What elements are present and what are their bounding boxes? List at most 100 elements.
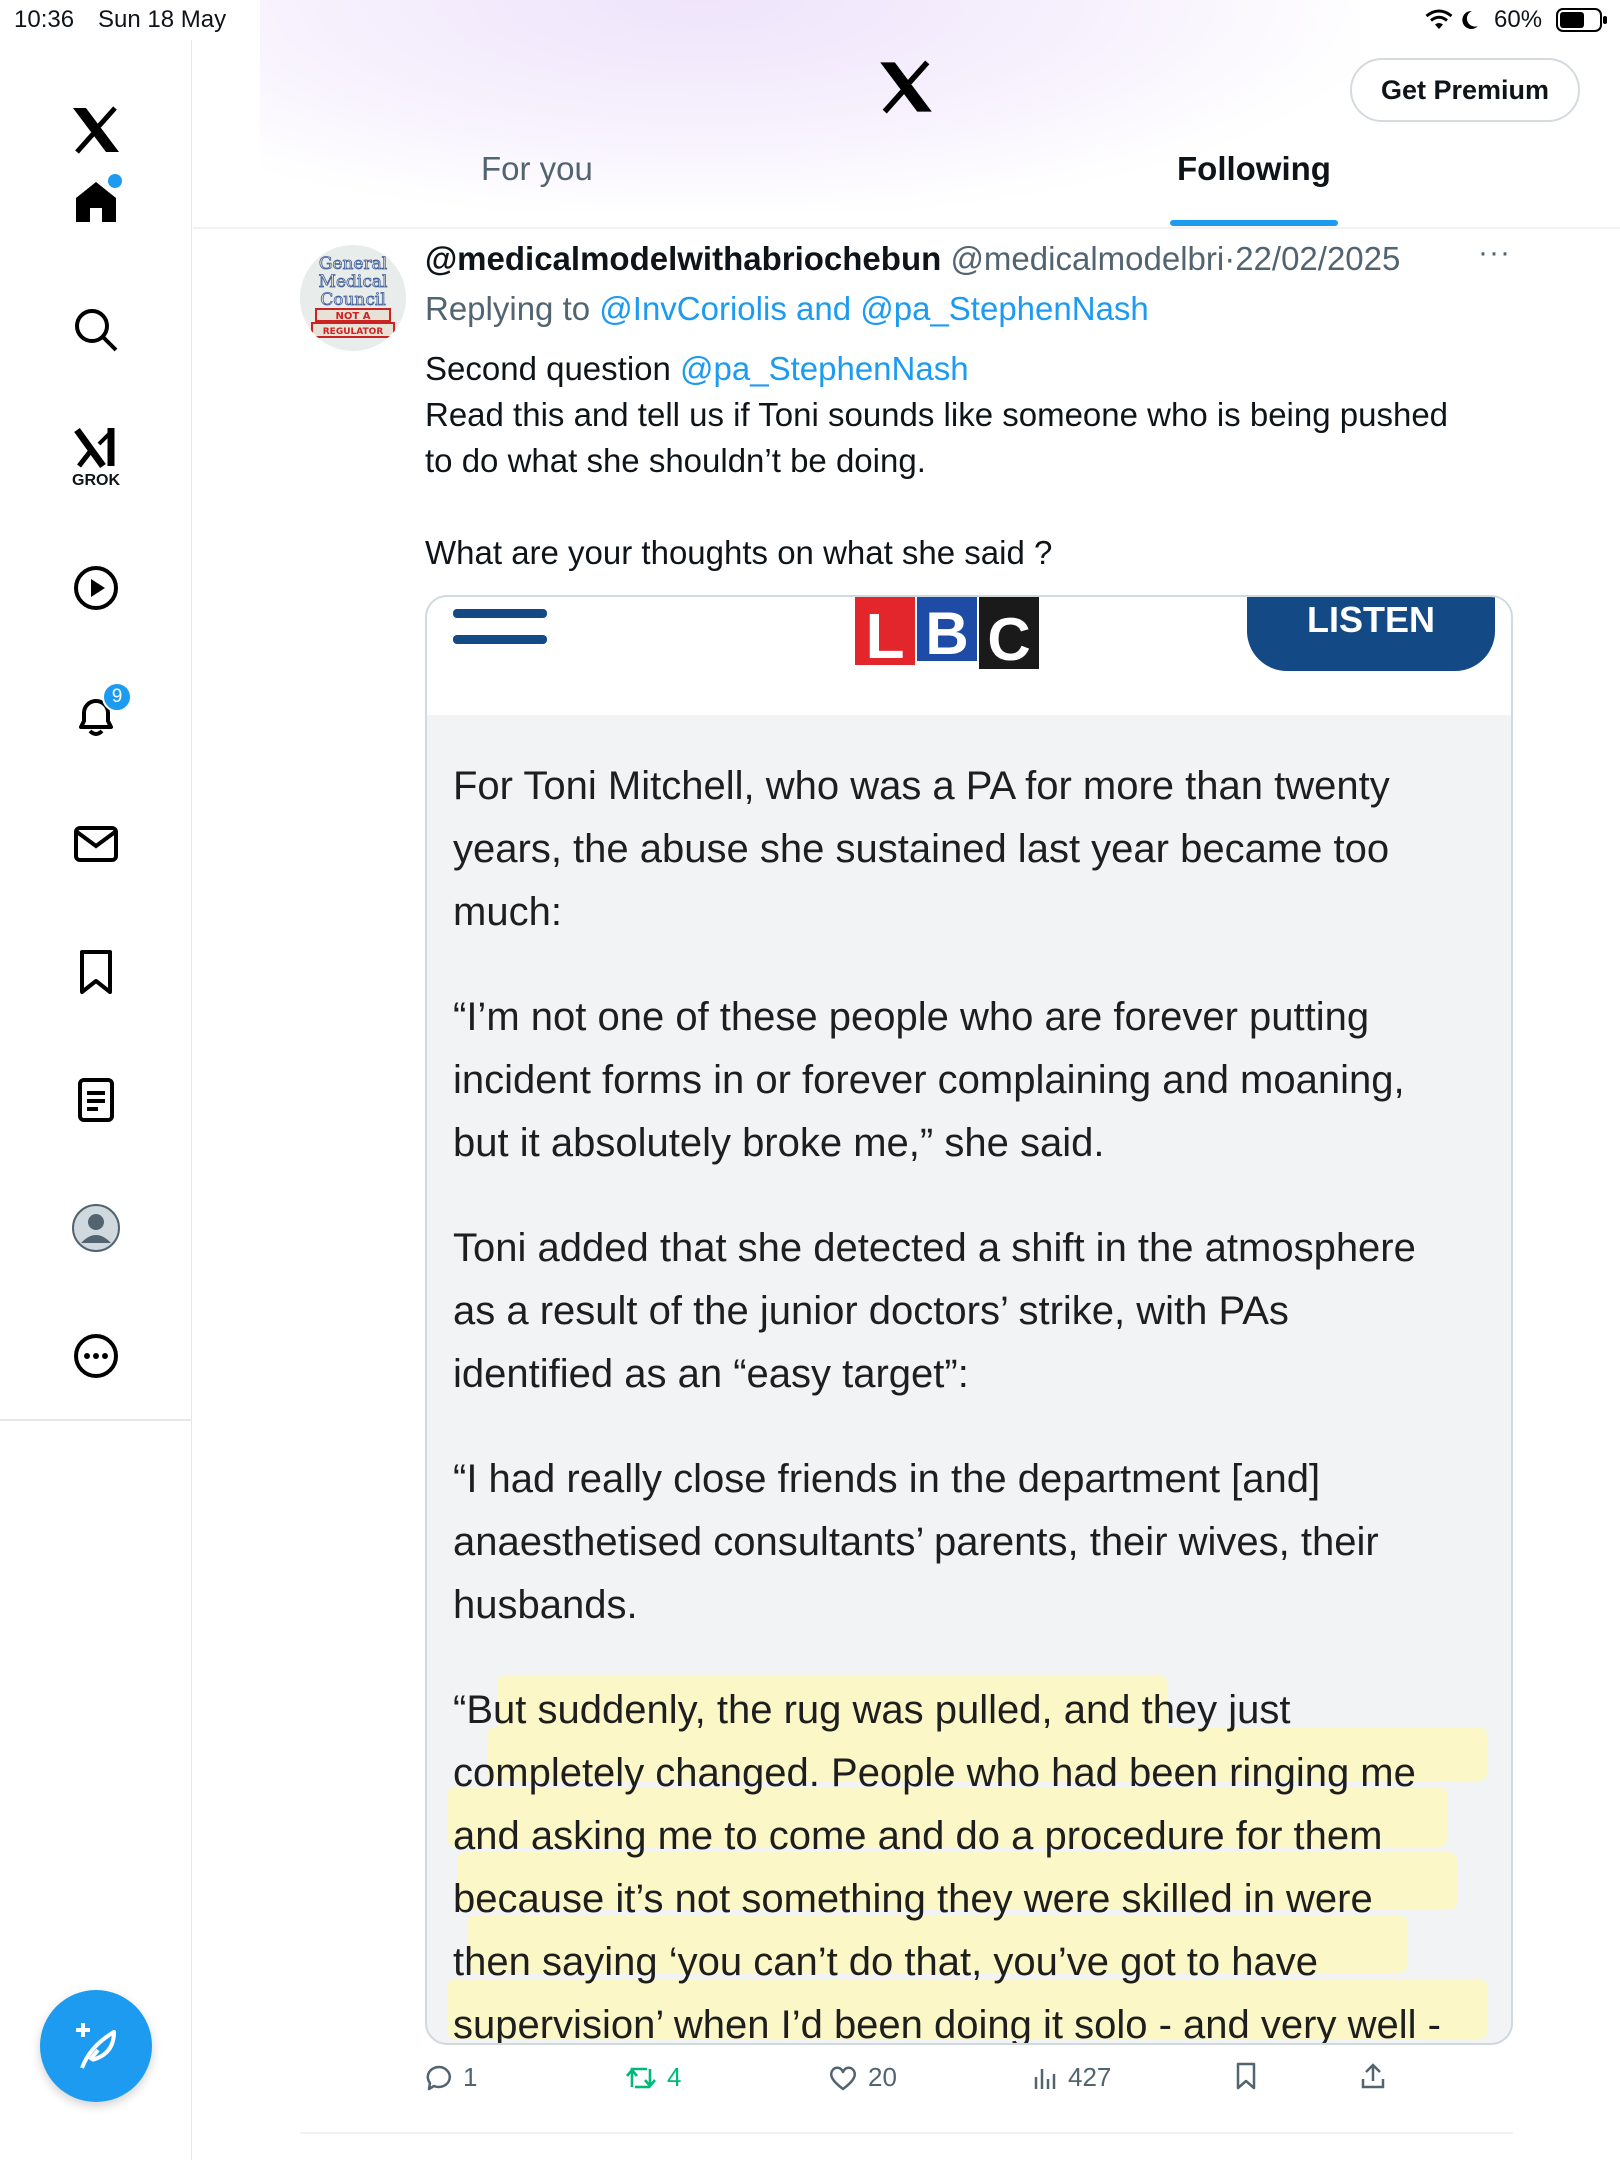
header-divider — [193, 227, 1620, 229]
tweet-dot-separator: · — [1224, 240, 1236, 277]
search-icon — [75, 309, 118, 352]
play-icon — [74, 566, 118, 610]
repost-button[interactable]: 4 — [625, 2062, 681, 2093]
reply-count: 1 — [463, 2062, 478, 2092]
x-header-logo-icon[interactable] — [878, 60, 934, 119]
article-line: as a result of the junior doctors’ strik… — [453, 1289, 1289, 1333]
repost-icon — [626, 2067, 656, 2088]
x-logo-icon[interactable] — [56, 90, 136, 170]
article-line: but it absolutely broke me,” she said. — [453, 1121, 1105, 1165]
tweet-header: @medicalmodelwithabriochebun @medicalmod… — [425, 236, 1400, 282]
tweet-body-text: Second question — [425, 350, 671, 387]
article-paragraph-1: For Toni Mitchell, who was a PA for more… — [453, 755, 1493, 944]
article-paragraph-2: “I’m not one of these people who are for… — [453, 986, 1493, 1175]
lbc-logo-c: C — [979, 597, 1039, 670]
bookmark-button[interactable] — [1234, 2062, 1258, 2090]
tweet-media-image[interactable]: L B C LISTEN For Toni Mitchell, who was … — [425, 595, 1513, 2045]
avatar-logo-image: General Medical Council NOT A REGULATOR — [300, 245, 406, 351]
status-time: 10:36 — [14, 6, 75, 33]
replying-to-line: Replying to @InvCoriolis and @pa_Stephen… — [425, 286, 1149, 332]
listen-button: LISTEN — [1247, 597, 1495, 671]
reply-and-label: and — [796, 290, 852, 327]
svg-text:NOT A: NOT A — [336, 311, 371, 322]
sidebar-item-more[interactable] — [56, 1316, 136, 1396]
compose-feather-icon — [76, 2023, 116, 2069]
list-icon — [78, 1078, 114, 1122]
active-tab-indicator — [1170, 220, 1338, 226]
article-line: “But suddenly, the rug was pulled, and t… — [453, 1688, 1291, 1732]
share-button[interactable] — [1360, 2062, 1386, 2090]
sidebar-item-video[interactable] — [56, 548, 136, 628]
battery-icon — [1556, 8, 1607, 32]
tweet-author-handle[interactable]: @medicalmodelbri — [950, 240, 1224, 277]
tweet-body-mention[interactable]: @pa_StephenNash — [680, 350, 969, 387]
tweet-author-name[interactable]: @medicalmodelwithabriochebun — [425, 240, 941, 277]
wifi-icon — [1425, 9, 1453, 29]
article-line: then saying ‘you can’t do that, you’ve g… — [453, 1940, 1319, 1984]
like-button[interactable]: 20 — [828, 2062, 897, 2093]
tweet-divider — [300, 2132, 1513, 2134]
article-line: “I’m not one of these people who are for… — [453, 995, 1370, 1039]
tweet-body-line-4: What are your thoughts on what she said … — [425, 534, 1053, 571]
sidebar-item-notifications[interactable]: 9 — [56, 676, 136, 756]
sidebar-item-lists[interactable] — [56, 1060, 136, 1140]
tweet-body-line-2: Read this and tell us if Toni sounds lik… — [425, 396, 1449, 433]
article-paragraph-3: Toni added that she detected a shift in … — [453, 1217, 1493, 1406]
tweet-body-line-3: to do what she shouldn’t be doing. — [425, 442, 926, 479]
article-line: identified as an “easy target”: — [453, 1352, 969, 1396]
article-line: “I had really close friends in the depar… — [453, 1457, 1321, 1501]
sidebar-item-bookmarks[interactable] — [56, 932, 136, 1012]
bookmark-outline-icon — [1236, 2062, 1256, 2090]
article-line: supervision’ when I’d been doing it solo… — [453, 2003, 1441, 2045]
tweet-date[interactable]: 22/02/2025 — [1235, 240, 1400, 277]
article-line: husbands. — [453, 1583, 638, 1627]
hamburger-menu-icon — [453, 609, 547, 644]
reply-mention-1[interactable]: @InvCoriolis — [599, 290, 787, 327]
sidebar-item-profile[interactable] — [56, 1188, 136, 1268]
envelope-icon — [74, 826, 118, 862]
article-header: L B C LISTEN — [427, 597, 1511, 715]
views-chart-icon — [1034, 2068, 1056, 2089]
sidebar-item-messages[interactable] — [56, 804, 136, 884]
sidebar-item-grok[interactable]: GROK — [56, 418, 136, 498]
lbc-logo-l: L — [855, 597, 915, 668]
article-paragraph-4: “I had really close friends in the depar… — [453, 1448, 1493, 1637]
lbc-logo-b: B — [917, 597, 977, 664]
moon-icon — [1462, 10, 1478, 29]
home-unread-dot — [108, 174, 122, 188]
battery-percent: 60% — [1494, 6, 1543, 33]
svg-text:REGULATOR: REGULATOR — [323, 327, 384, 337]
sidebar-item-home[interactable] — [56, 162, 136, 242]
profile-avatar-icon — [72, 1204, 120, 1252]
tab-following[interactable]: Following — [1177, 150, 1331, 188]
views-button[interactable]: 427 — [1032, 2062, 1111, 2093]
tab-for-you[interactable]: For you — [481, 150, 593, 188]
sidebar-divider — [0, 1419, 192, 1421]
tweet-body-line-1: Second question @pa_StephenNash — [425, 346, 969, 392]
article-line: and asking me to come and do a procedure… — [453, 1814, 1383, 1858]
article-line: years, the abuse she sustained last year… — [453, 827, 1390, 871]
tweet-more-icon[interactable]: ··· — [1478, 236, 1511, 270]
article-line: completely changed. People who had been … — [453, 1751, 1416, 1795]
sidebar-item-search[interactable] — [56, 290, 136, 370]
compose-post-button[interactable] — [40, 1990, 152, 2102]
grok-label: GROK — [72, 472, 120, 489]
svg-text:General: General — [319, 254, 387, 274]
views-count: 427 — [1068, 2062, 1112, 2092]
reply-mention-2[interactable]: @pa_StephenNash — [860, 290, 1149, 327]
heart-icon — [829, 2066, 857, 2090]
status-date: Sun 18 May — [98, 6, 227, 33]
share-icon — [1361, 2063, 1385, 2089]
svg-text:Medical: Medical — [319, 272, 388, 292]
bookmark-icon — [80, 950, 112, 994]
notifications-badge: 9 — [102, 682, 132, 712]
sidebar: GROK 9 — [0, 40, 192, 2160]
article-line: much: — [453, 890, 562, 934]
reply-button[interactable]: 1 — [425, 2062, 477, 2093]
tweet-author-avatar[interactable]: General Medical Council NOT A REGULATOR — [300, 245, 406, 351]
get-premium-button[interactable]: Get Premium — [1350, 58, 1580, 122]
reply-icon — [426, 2065, 451, 2090]
article-paragraph-5: “But suddenly, the rug was pulled, and t… — [453, 1679, 1493, 2045]
replying-to-label: Replying to — [425, 290, 591, 327]
article-line: incident forms in or forever complaining… — [453, 1058, 1405, 1102]
